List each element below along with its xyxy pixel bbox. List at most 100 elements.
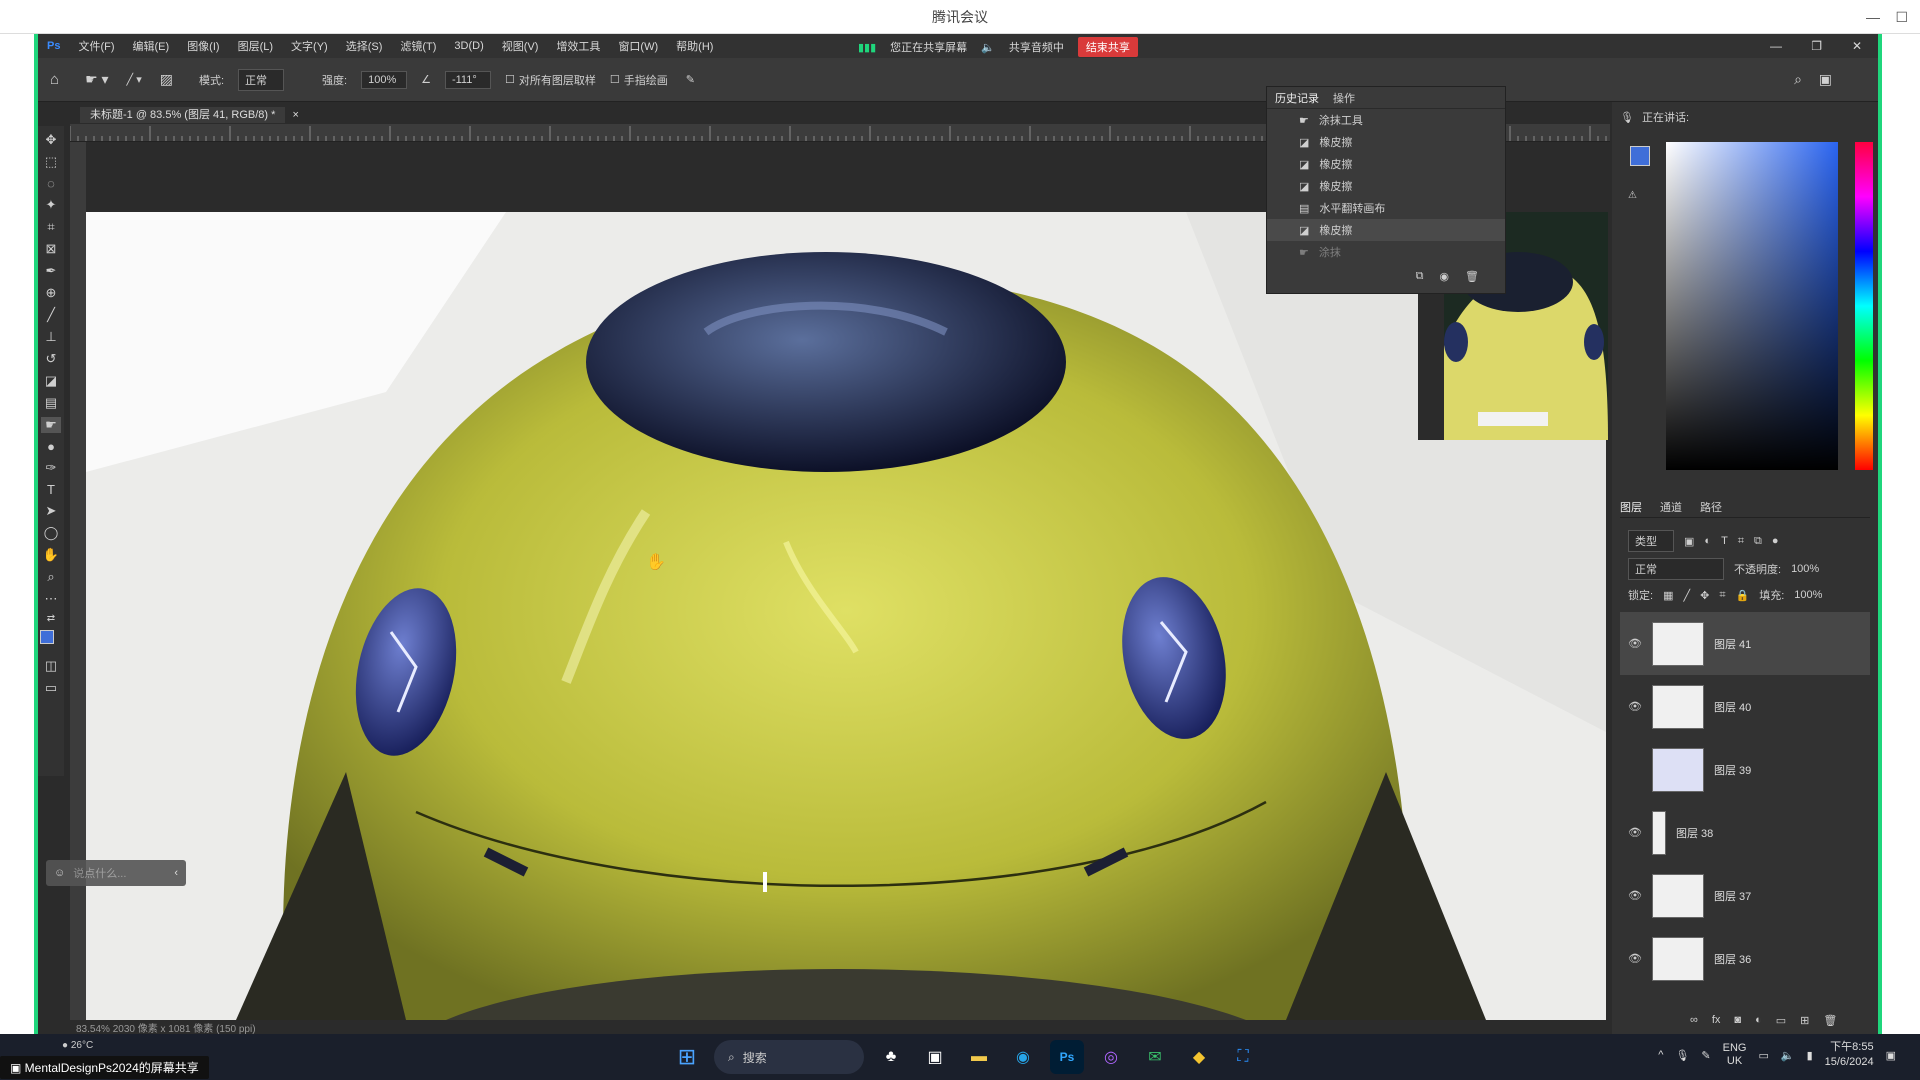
- stamp-tool-icon[interactable]: ⊥: [45, 329, 56, 345]
- finger-checkbox[interactable]: ☐: [610, 73, 620, 86]
- menu-filter[interactable]: 滤镜(T): [391, 38, 445, 54]
- document-canvas[interactable]: ✋: [86, 212, 1606, 1020]
- zoom-tool-icon[interactable]: ⌕: [47, 569, 54, 585]
- tab-channels[interactable]: 通道: [1660, 499, 1682, 515]
- fx-icon[interactable]: fx: [1712, 1014, 1721, 1027]
- tab-paths[interactable]: 路径: [1700, 499, 1722, 515]
- close-tab-icon[interactable]: ×: [288, 109, 302, 121]
- menu-window[interactable]: 窗口(W): [609, 38, 667, 54]
- history-row[interactable]: ◪ 橡皮擦: [1267, 131, 1505, 153]
- app-purple-icon[interactable]: ◎: [1094, 1040, 1128, 1074]
- gradient-tool-icon[interactable]: ▤: [45, 395, 57, 411]
- marquee-tool-icon[interactable]: ⬚: [45, 154, 57, 170]
- group-folder-icon[interactable]: ▭: [1776, 1014, 1786, 1027]
- strength-input[interactable]: 100%: [361, 70, 408, 89]
- foreground-color-swatch[interactable]: [40, 630, 54, 644]
- delete-layer-icon[interactable]: 🗑: [1823, 1014, 1837, 1027]
- history-row[interactable]: ▤ 水平翻转画布: [1267, 197, 1505, 219]
- restore-icon[interactable]: ❐: [1811, 39, 1822, 53]
- layer-row[interactable]: 图层 39: [1620, 738, 1870, 801]
- layer-filter-dropdown[interactable]: 类型: [1628, 530, 1674, 552]
- lasso-tool-icon[interactable]: ◌: [47, 176, 55, 191]
- lock-artboard-icon[interactable]: ⌗: [1719, 589, 1725, 602]
- link-layers-icon[interactable]: ∞: [1690, 1014, 1698, 1027]
- dodge-tool-icon[interactable]: ●: [47, 439, 55, 454]
- more-tools-icon[interactable]: ⋯: [45, 591, 58, 607]
- history-row[interactable]: ◪ 橡皮擦: [1267, 153, 1505, 175]
- history-row-dimmed[interactable]: ☛ 涂抹: [1267, 241, 1505, 263]
- filter-pixel-icon[interactable]: ▣: [1684, 535, 1694, 548]
- menu-plugins[interactable]: 增效工具: [547, 38, 609, 54]
- tencent-meeting-icon[interactable]: ⛶: [1226, 1040, 1260, 1074]
- layer-row[interactable]: 👁 图层 38: [1620, 801, 1870, 864]
- volume-icon[interactable]: 🔈: [1781, 1049, 1795, 1062]
- tab-layers[interactable]: 图层: [1620, 499, 1642, 515]
- menu-select[interactable]: 选择(S): [337, 38, 392, 54]
- path-select-icon[interactable]: ➤: [46, 503, 57, 519]
- layer-row[interactable]: 👁 图层 40: [1620, 675, 1870, 738]
- app-yellow-icon[interactable]: ◆: [1182, 1040, 1216, 1074]
- filter-adjust-icon[interactable]: ◐: [1704, 535, 1711, 547]
- maximize-icon[interactable]: ☐: [1895, 0, 1908, 34]
- emoji-icon[interactable]: ☺: [54, 867, 65, 879]
- filter-type-icon[interactable]: T: [1721, 535, 1728, 547]
- add-mask-icon[interactable]: ◙: [1734, 1014, 1741, 1027]
- type-tool-icon[interactable]: T: [47, 482, 55, 497]
- move-tool-icon[interactable]: ✥: [46, 132, 57, 148]
- quick-mask-icon[interactable]: ◫: [45, 658, 57, 674]
- history-row[interactable]: ☛ 涂抹工具: [1267, 109, 1505, 131]
- blend-mode-dropdown[interactable]: 正常: [1628, 558, 1724, 580]
- eye-icon[interactable]: 👁: [1628, 700, 1642, 713]
- wechat-icon[interactable]: ✉: [1138, 1040, 1172, 1074]
- eye-icon[interactable]: 👁: [1628, 826, 1642, 839]
- layer-row[interactable]: 👁 图层 41: [1620, 612, 1870, 675]
- lock-position-icon[interactable]: ✥: [1700, 589, 1709, 602]
- tab-history[interactable]: 历史记录: [1275, 90, 1319, 106]
- menu-help[interactable]: 帮助(H): [667, 38, 722, 54]
- task-view-icon[interactable]: ▣: [918, 1040, 952, 1074]
- hand-tool-icon[interactable]: ✋: [43, 547, 59, 563]
- brush-settings-icon[interactable]: ▨: [160, 71, 173, 88]
- display-icon[interactable]: ▭: [1758, 1049, 1768, 1062]
- taskbar-search[interactable]: ⌕ 搜索: [714, 1040, 864, 1074]
- color-fg-swatch[interactable]: [1630, 146, 1650, 166]
- pen-tool-icon[interactable]: ✑: [46, 460, 57, 476]
- finger-label[interactable]: 手指绘画: [624, 72, 668, 88]
- filter-smart-icon[interactable]: ⧉: [1754, 535, 1762, 548]
- minimize-ps-icon[interactable]: —: [1770, 39, 1782, 53]
- meeting-chat-input[interactable]: ☺ 说点什么... ‹: [46, 860, 186, 886]
- crop-tool-icon[interactable]: ⌗: [47, 219, 54, 235]
- trash-icon[interactable]: 🗑: [1465, 270, 1479, 283]
- search-icon[interactable]: ⌕: [1794, 71, 1802, 88]
- pressure-icon[interactable]: ✎: [686, 73, 695, 86]
- color-swatches[interactable]: [40, 630, 62, 652]
- clock[interactable]: 下午8:55 15/6/2024: [1825, 1040, 1874, 1070]
- eraser-tool-icon[interactable]: ◪: [45, 373, 57, 389]
- collapse-chat-icon[interactable]: ‹: [174, 867, 178, 879]
- ellipse-tool-icon[interactable]: ◯: [44, 525, 59, 541]
- menu-layer[interactable]: 图层(L): [229, 38, 282, 54]
- weather-widget[interactable]: ● 26°C: [62, 1040, 93, 1051]
- hue-slider[interactable]: [1855, 142, 1873, 470]
- new-layer-icon[interactable]: ⊞: [1800, 1014, 1809, 1027]
- sample-all-label[interactable]: 对所有图层取样: [519, 72, 596, 88]
- history-row[interactable]: ◪ 橡皮擦: [1267, 175, 1505, 197]
- mode-dropdown[interactable]: 正常: [238, 68, 285, 91]
- widgets-icon[interactable]: ♣: [874, 1040, 908, 1074]
- lock-transparent-icon[interactable]: ▦: [1663, 589, 1673, 602]
- menu-file[interactable]: 文件(F): [69, 38, 123, 54]
- home-icon[interactable]: ⌂: [50, 71, 59, 88]
- screen-mode-icon[interactable]: ▭: [45, 680, 57, 696]
- menu-view[interactable]: 视图(V): [493, 38, 548, 54]
- menu-image[interactable]: 图像(I): [178, 38, 228, 54]
- swap-colors-icon[interactable]: ⇄: [47, 613, 55, 624]
- filter-toggle-icon[interactable]: ●: [1772, 535, 1779, 547]
- battery-icon[interactable]: ▮: [1807, 1049, 1813, 1062]
- brush-tool-icon[interactable]: ╱: [47, 307, 55, 323]
- tray-expand-icon[interactable]: ^: [1658, 1049, 1663, 1061]
- history-brush-icon[interactable]: ↺: [46, 351, 57, 367]
- lock-all-icon[interactable]: 🔒: [1736, 589, 1750, 602]
- brush-preset-icon[interactable]: ╱ ▾: [127, 73, 142, 86]
- frame-tool-icon[interactable]: ⊠: [46, 241, 57, 257]
- eye-icon[interactable]: 👁: [1628, 889, 1642, 902]
